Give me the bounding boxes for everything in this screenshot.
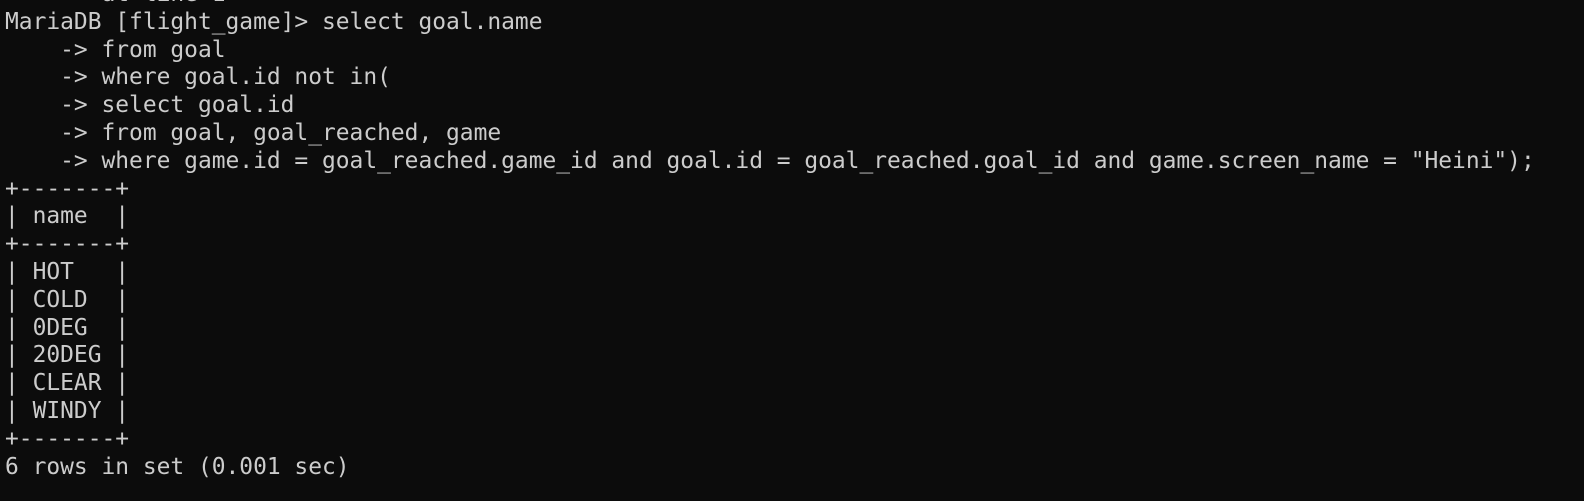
terminal-output: -> at line 1 MariaDB [flight_game]> sele… bbox=[5, 0, 1535, 481]
terminal-line-query-from: -> from goal bbox=[5, 36, 226, 63]
terminal-line-subquery-where: -> where game.id = goal_reached.game_id … bbox=[5, 147, 1535, 174]
terminal-line-prompt-select: MariaDB [flight_game]> select goal.name bbox=[5, 8, 543, 35]
terminal-line-query-where: -> where goal.id not in( bbox=[5, 64, 391, 91]
result-table-row: | CLEAR | bbox=[5, 370, 130, 397]
result-table-border-top: +-------+ bbox=[5, 175, 130, 202]
terminal-window[interactable]: -> at line 1 MariaDB [flight_game]> sele… bbox=[0, 0, 1584, 501]
result-table-row: | WINDY | bbox=[5, 397, 130, 424]
result-summary: 6 rows in set (0.001 sec) bbox=[5, 453, 350, 480]
result-table-row: | 0DEG | bbox=[5, 314, 130, 341]
terminal-line-subquery-select: -> select goal.id bbox=[5, 92, 295, 119]
result-table-row: | COLD | bbox=[5, 286, 130, 313]
terminal-line-subquery-from: -> from goal, goal_reached, game bbox=[5, 119, 502, 146]
terminal-line-previous-error: -> at line 1 bbox=[5, 0, 1535, 9]
result-table-border-bottom: +-------+ bbox=[5, 425, 130, 452]
result-table-header-separator: +-------+ bbox=[5, 231, 130, 258]
result-table-row: | 20DEG | bbox=[5, 342, 130, 369]
result-table-row: | HOT | bbox=[5, 258, 130, 285]
result-table-header: | name | bbox=[5, 203, 130, 230]
